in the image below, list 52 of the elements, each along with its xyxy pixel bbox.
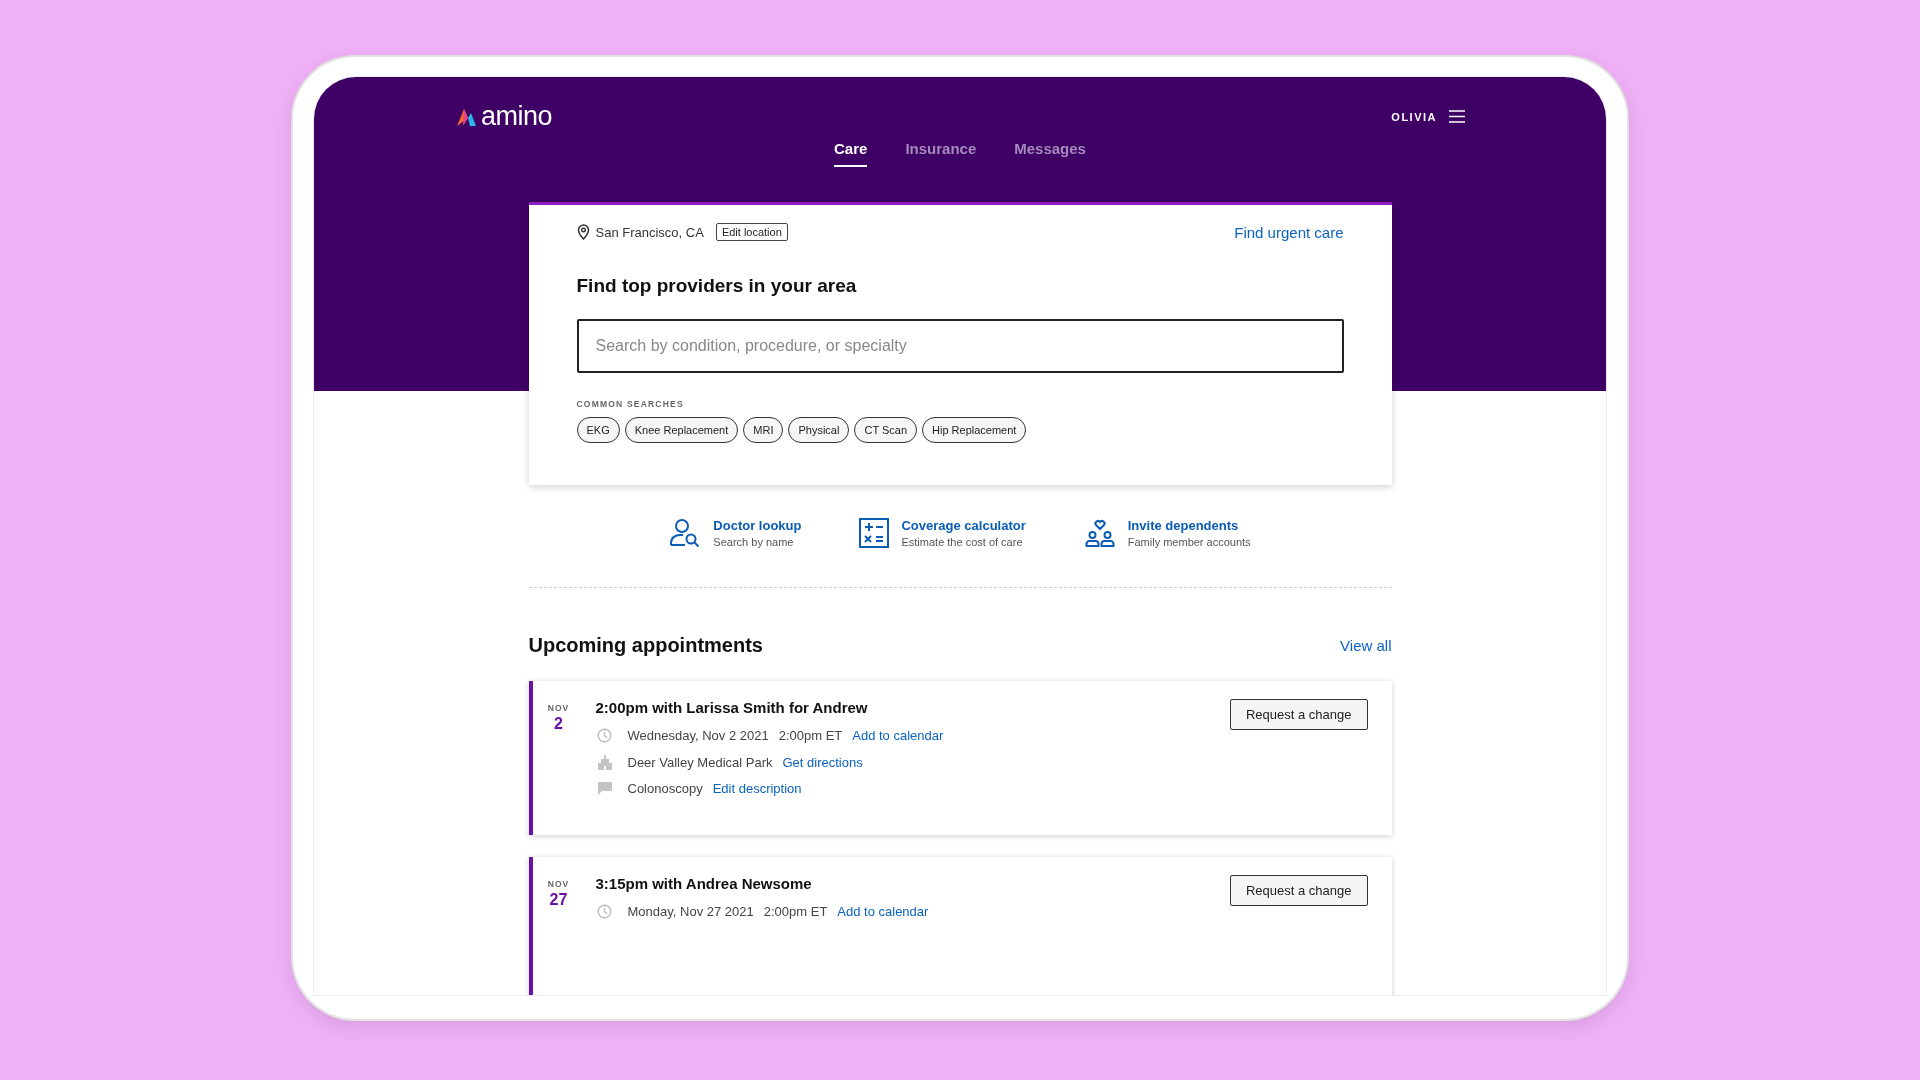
pin-icon — [576, 224, 590, 240]
nav-tab[interactable]: Messages — [1014, 136, 1086, 167]
people-heart-icon[interactable] — [1083, 517, 1116, 549]
clock-icon — [597, 904, 612, 919]
logo-text[interactable]: amino — [481, 101, 553, 132]
calendar-link[interactable]: Add to calendar — [852, 728, 944, 743]
view-all-link[interactable]: View all — [1340, 637, 1392, 654]
request-change-button[interactable]: Request a change — [1229, 699, 1368, 730]
appointment-title: 2:00pm with Larissa Smith for Andrew — [595, 699, 869, 716]
search-chip[interactable]: Hip Replacement — [922, 417, 1027, 443]
appointment-title: 3:15pm with Andrea Newsome — [595, 875, 813, 892]
date-day: 27 — [549, 891, 568, 909]
nav-tab[interactable]: Care — [834, 136, 868, 167]
menu-icon[interactable] — [1449, 110, 1465, 123]
date-day: 2 — [554, 715, 563, 733]
building-icon — [597, 754, 612, 770]
search-chip[interactable]: Physical — [788, 417, 850, 443]
quick-link-subtitle: Family member accounts — [1127, 536, 1251, 548]
urgent-care-link[interactable]: Find urgent care — [1234, 223, 1344, 241]
request-change-button[interactable]: Request a change — [1229, 875, 1368, 906]
appointment-time: 2:00pm ET — [778, 728, 843, 743]
search-chip[interactable]: CT Scan — [854, 417, 918, 443]
speech-bubble-icon — [596, 781, 613, 796]
quick-link-subtitle: Estimate the cost of care — [901, 536, 1024, 548]
search-chip[interactable]: EKG — [576, 417, 620, 443]
appointment-time: 2:00pm ET — [763, 904, 828, 919]
search-field[interactable]: Search by condition, procedure, or specialty — [576, 319, 1344, 373]
nav-tab[interactable]: Insurance — [905, 136, 977, 167]
appointment-date: Monday, Nov 27 2021 — [627, 904, 754, 919]
location-text: Deer Valley Medical Park — [627, 754, 773, 770]
appointment-description: Colonoscopy — [627, 781, 703, 796]
calculator-icon[interactable] — [859, 518, 890, 548]
calendar-link[interactable]: Add to calendar — [837, 904, 929, 919]
edit-description-link[interactable]: Edit description — [712, 781, 802, 796]
section-heading: Upcoming appointments — [528, 634, 763, 657]
quick-link-title[interactable]: Coverage calculator — [901, 518, 1026, 533]
edit-location-button[interactable]: Edit location — [715, 223, 788, 241]
search-chip[interactable]: Knee Replacement — [624, 417, 739, 443]
appointment-date: Wednesday, Nov 2 2021 — [627, 728, 769, 743]
directions-link[interactable]: Get directions — [782, 754, 863, 770]
location-text: San Francisco, CA — [595, 224, 704, 240]
search-chip[interactable]: MRI — [743, 417, 784, 443]
date-month: NOV — [547, 703, 570, 713]
quick-link-subtitle: Search by name — [713, 536, 795, 548]
section-label: COMMON SEARCHES — [576, 399, 685, 409]
card-heading: Find top providers in your area — [576, 275, 858, 297]
person-search-icon[interactable] — [669, 517, 702, 549]
quick-link-title[interactable]: Doctor lookup — [713, 518, 802, 533]
date-month: NOV — [547, 879, 570, 889]
quick-link-title[interactable]: Invite dependents — [1127, 518, 1251, 533]
clock-icon — [597, 728, 612, 743]
user-name[interactable]: OLIVIA — [1391, 110, 1437, 123]
